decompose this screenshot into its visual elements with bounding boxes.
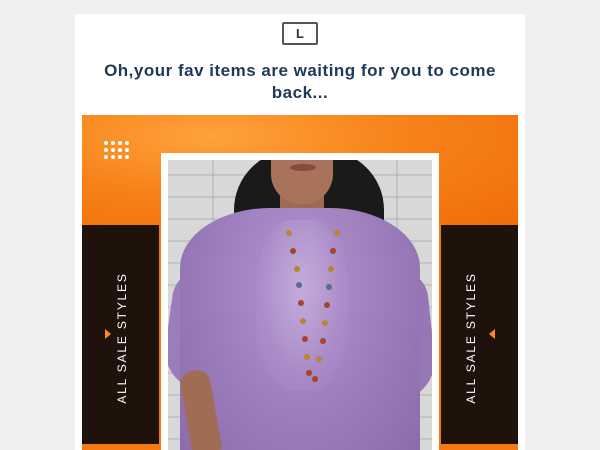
triangle-right-icon — [105, 329, 111, 339]
beaded-necklace — [278, 230, 348, 390]
right-side-panel[interactable]: ALL SALE STYLES — [441, 225, 518, 450]
headline: Oh,your fav items are waiting for you to… — [104, 61, 496, 102]
left-side-panel[interactable]: ALL SALE STYLES — [82, 225, 159, 450]
product-photo-frame[interactable] — [161, 153, 439, 450]
product-photo[interactable] — [168, 160, 432, 450]
right-side-label: ALL SALE STYLES — [464, 271, 478, 404]
left-panel-strip — [82, 444, 159, 450]
triangle-left-icon — [489, 329, 495, 339]
model-lips — [290, 164, 316, 171]
right-panel-strip — [441, 444, 518, 450]
brand-logo[interactable]: L — [282, 22, 318, 45]
email-card: L Oh,your fav items are waiting for you … — [75, 14, 525, 450]
left-side-label: ALL SALE STYLES — [115, 271, 129, 404]
sale-banner[interactable]: ALL SALE STYLES ALL SALE STYLES — [82, 115, 518, 450]
brand-logo-letter: L — [296, 26, 304, 41]
dots-grid-icon — [104, 141, 130, 163]
